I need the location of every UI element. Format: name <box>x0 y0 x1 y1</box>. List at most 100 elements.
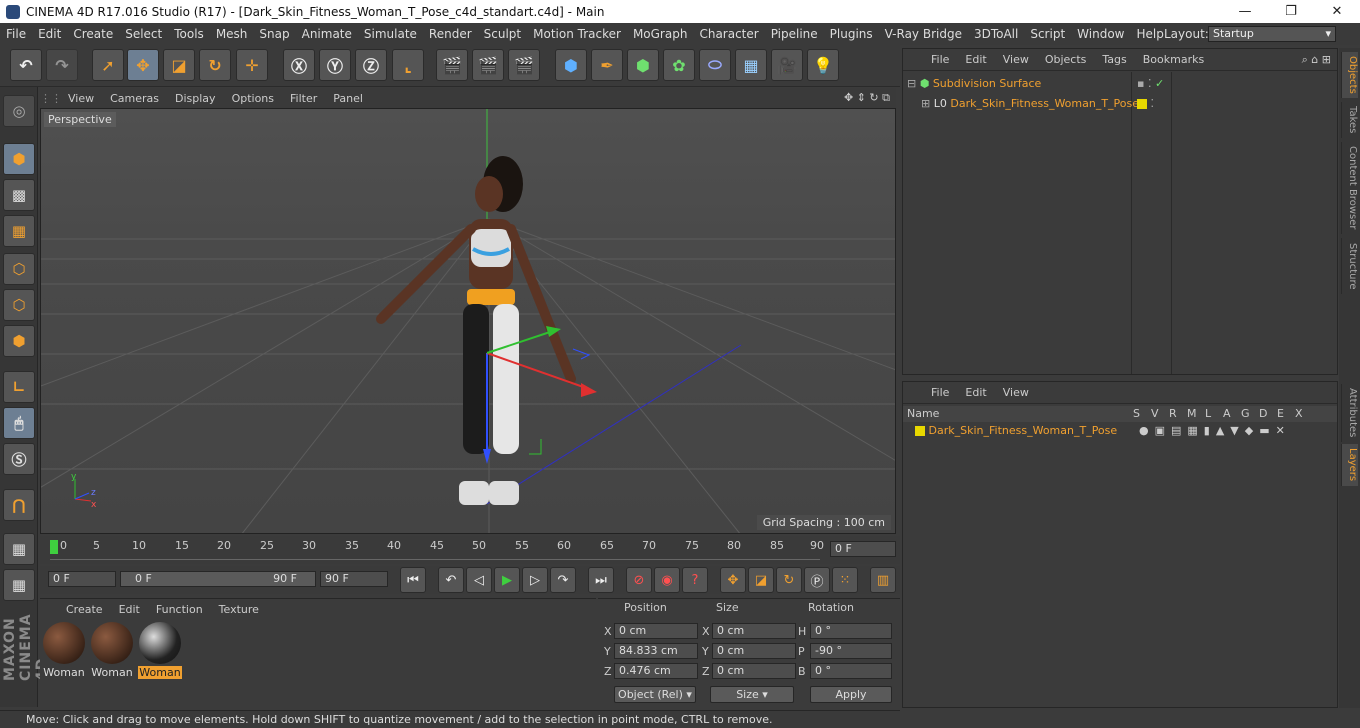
col-d[interactable]: D <box>1259 406 1267 422</box>
end-frame-field[interactable]: 90 F <box>320 571 388 587</box>
menu-select[interactable]: Select <box>119 27 168 41</box>
material-menu-function[interactable]: Function <box>148 603 211 616</box>
material-menu-texture[interactable]: Texture <box>211 603 267 616</box>
layer-flags-icons[interactable]: ●▣▤▦▮▲▼◆▬✕ <box>1139 422 1291 440</box>
menu-script[interactable]: Script <box>1024 27 1071 41</box>
live-selection-button[interactable]: ➚ <box>92 49 124 81</box>
material-menu-edit[interactable]: Edit <box>111 603 148 616</box>
menu-mograph[interactable]: MoGraph <box>627 27 694 41</box>
goto-start-button[interactable]: ⏮ <box>400 567 426 593</box>
preview-range-slider[interactable]: 0 F 90 F <box>120 571 316 587</box>
previous-key-button[interactable]: ↶ <box>438 567 464 593</box>
start-frame-field[interactable]: 0 F <box>48 571 116 587</box>
y-axis-lock-button[interactable]: Ⓨ <box>319 49 351 81</box>
texture-mode-button[interactable]: ▩ <box>3 179 35 211</box>
position-x-field[interactable]: 0 cm <box>614 623 698 639</box>
material-swatch[interactable]: Woman <box>42 622 86 680</box>
objects-menu-edit[interactable]: Edit <box>957 53 994 66</box>
viewport-menu-filter[interactable]: Filter <box>282 92 325 105</box>
tab-takes[interactable]: Takes <box>1341 102 1358 138</box>
edges-mode-button[interactable]: ⬡ <box>3 289 35 321</box>
layers-menu-edit[interactable]: Edit <box>957 386 994 399</box>
3d-viewport[interactable]: y z x Perspective Grid Spacing : 100 cm <box>40 108 896 534</box>
col-m[interactable]: M <box>1187 406 1197 422</box>
layers-menu-file[interactable]: File <box>923 386 957 399</box>
col-x[interactable]: X <box>1295 406 1303 422</box>
timeline-ruler[interactable]: 0 5 10 15 20 25 30 35 40 45 50 55 60 65 … <box>40 536 900 564</box>
menu-file[interactable]: File <box>0 27 32 41</box>
add-floor-button[interactable]: ▦ <box>735 49 767 81</box>
menu-window[interactable]: Window <box>1071 27 1130 41</box>
visibility-dots-icon[interactable]: ▪ ⁚ ✓ <box>1137 75 1164 93</box>
maximize-button[interactable]: ❐ <box>1268 0 1314 23</box>
menu-sculpt[interactable]: Sculpt <box>478 27 527 41</box>
scale-tool-button[interactable]: ◪ <box>163 49 195 81</box>
minimize-button[interactable]: — <box>1222 0 1268 23</box>
render-settings-button[interactable]: 🎬 <box>508 49 540 81</box>
menu-plugins[interactable]: Plugins <box>824 27 879 41</box>
layer-color-swatch[interactable] <box>915 426 925 436</box>
layers-menu-view[interactable]: View <box>995 386 1037 399</box>
woman-model[interactable] <box>376 156 576 505</box>
menu-simulate[interactable]: Simulate <box>358 27 423 41</box>
undo-button[interactable]: ↶ <box>10 49 42 81</box>
viewport-menu-cameras[interactable]: Cameras <box>102 92 167 105</box>
polygons-mode-button[interactable]: ⬢ <box>3 325 35 357</box>
viewport-menu-view[interactable]: View <box>60 92 102 105</box>
menu-mesh[interactable]: Mesh <box>210 27 254 41</box>
add-light-button[interactable]: 💡 <box>807 49 839 81</box>
menu-character[interactable]: Character <box>693 27 764 41</box>
size-mode-dropdown[interactable]: Size ▾ <box>710 686 794 703</box>
material-swatch[interactable]: Woman <box>90 622 134 680</box>
coordinate-mode-dropdown[interactable]: Object (Rel) ▾ <box>614 686 696 703</box>
tab-objects[interactable]: Objects <box>1341 52 1358 98</box>
key-pla-button[interactable]: ⁙ <box>832 567 858 593</box>
position-y-field[interactable]: 84.833 cm <box>614 643 698 659</box>
points-mode-button[interactable]: ⬡ <box>3 253 35 285</box>
tab-structure[interactable]: Structure <box>1341 238 1358 294</box>
objects-menu-tags[interactable]: Tags <box>1094 53 1134 66</box>
object-row-subdivision-surface[interactable]: ⊟ ⬢ Subdivision Surface ▪ ⁚ ✓ <box>907 75 1327 93</box>
x-axis-lock-button[interactable]: Ⓧ <box>283 49 315 81</box>
menu-animate[interactable]: Animate <box>296 27 358 41</box>
add-mograph-button[interactable]: ✿ <box>663 49 695 81</box>
layer-row[interactable]: Dark_Skin_Fitness_Woman_T_Pose ●▣▤▦▮▲▼◆▬… <box>907 422 1333 440</box>
layout-dropdown[interactable]: Startup ▾ <box>1208 26 1336 42</box>
col-s[interactable]: S <box>1133 406 1140 422</box>
current-frame-field[interactable]: 0 F <box>830 541 896 557</box>
record-keys-button[interactable]: ⊘ <box>626 567 652 593</box>
timeline-window-button[interactable]: ▥ <box>870 567 896 593</box>
size-x-field[interactable]: 0 cm <box>712 623 796 639</box>
viewport-menu-options[interactable]: Options <box>224 92 282 105</box>
keyframe-selection-button[interactable]: ? <box>682 567 708 593</box>
size-z-field[interactable]: 0 cm <box>712 663 796 679</box>
key-rotation-button[interactable]: ↻ <box>776 567 802 593</box>
col-g[interactable]: G <box>1241 406 1250 422</box>
add-deformer-button[interactable]: ⬭ <box>699 49 731 81</box>
workplane-mode-button[interactable]: ▦ <box>3 215 35 247</box>
apply-button[interactable]: Apply <box>810 686 892 703</box>
col-l[interactable]: L <box>1205 406 1211 422</box>
layer-color-swatch[interactable]: ⁚ <box>1137 95 1154 113</box>
search-home-icons[interactable]: ⌕ ⌂ ⊞ <box>1302 53 1331 67</box>
menu-render[interactable]: Render <box>423 27 478 41</box>
autokey-button[interactable]: ◉ <box>654 567 680 593</box>
tab-attributes[interactable]: Attributes <box>1341 384 1358 442</box>
previous-frame-button[interactable]: ◁ <box>466 567 492 593</box>
name-column-header[interactable]: Name <box>907 406 939 422</box>
workplane-lock-button[interactable]: ▦ <box>3 533 35 565</box>
tab-content-browser[interactable]: Content Browser <box>1341 142 1358 234</box>
col-r[interactable]: R <box>1169 406 1177 422</box>
rotation-h-field[interactable]: 0 ° <box>810 623 892 639</box>
objects-menu-file[interactable]: File <box>923 53 957 66</box>
coordinate-system-button[interactable]: ⌞ <box>392 49 424 81</box>
menu-create[interactable]: Create <box>67 27 119 41</box>
objects-menu-view[interactable]: View <box>995 53 1037 66</box>
rotation-p-field[interactable]: -90 ° <box>810 643 892 659</box>
menu-snap[interactable]: Snap <box>253 27 295 41</box>
play-button[interactable]: ▶ <box>494 567 520 593</box>
add-cube-button[interactable]: ⬢ <box>555 49 587 81</box>
redo-button[interactable]: ↷ <box>46 49 78 81</box>
position-z-field[interactable]: 0.476 cm <box>614 663 698 679</box>
render-view-button[interactable]: 🎬 <box>436 49 468 81</box>
